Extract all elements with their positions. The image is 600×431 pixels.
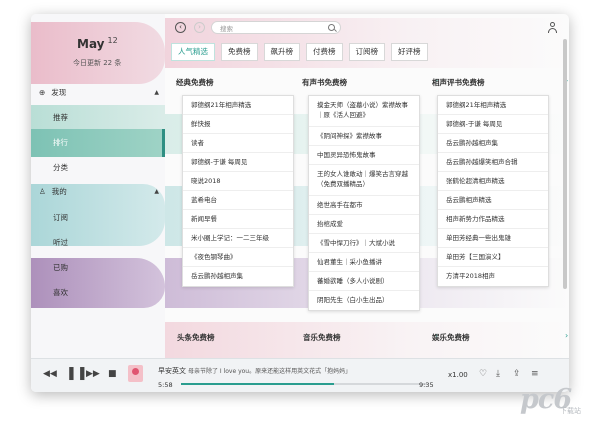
list-item[interactable]: 王的女人谁敢动｜爆笑古言穿越（免费双播精品） [309, 165, 419, 196]
back-arrow-icon[interactable]: ‹ [175, 22, 186, 33]
main-content: ‹ › 搜索 人气精选 免费榜 飙升榜 付费榜 订阅榜 好评榜 经典免费榜 有声… [165, 14, 569, 392]
collapse-caret-icon[interactable]: ▲ [154, 89, 159, 96]
list-item[interactable]: 单田芳经典一些出鬼雄 [438, 229, 548, 248]
column-title-classic[interactable]: 经典免费榜 [176, 77, 214, 88]
discover-section-header[interactable]: ⊕ 发现 ▲ [39, 87, 159, 98]
list-item[interactable]: 《阴间神探》紫襟故事 [309, 127, 419, 146]
download-icon[interactable]: ⤓ [496, 369, 500, 379]
column-title-entertainment[interactable]: 娱乐免费榜 [432, 332, 470, 343]
list-item[interactable]: 仙君董生｜采小鱼播讲 [309, 253, 419, 272]
column-title-music[interactable]: 音乐免费榜 [303, 332, 341, 343]
date-month: May 12 [77, 36, 118, 51]
list-item[interactable]: 相声新势力作品精选 [438, 210, 548, 229]
list-item[interactable]: 单田芳【三国演义】 [438, 248, 548, 267]
mine-section-header[interactable]: ♙ 我的 ▲ [39, 186, 159, 197]
mine-label: 我的 [51, 187, 67, 196]
list-item[interactable]: 阴阳先生（白小生出品） [309, 291, 419, 310]
pink-wash-band [31, 22, 165, 84]
top-bar: ‹ › 搜索 [165, 14, 569, 40]
list-item[interactable]: 中国灵异恐怖鬼故事 [309, 146, 419, 165]
list-item[interactable]: 蕃婚欲睡（多人小说剧） [309, 272, 419, 291]
list-item[interactable]: 《雪中悍刀行》｜大斌小说 [309, 234, 419, 253]
album-cover[interactable] [128, 365, 143, 382]
column-title-audiobook[interactable]: 有声书免费榜 [302, 77, 347, 88]
ranking-list-classic: 郭德纲21年相声精选 鲜快报 读者 郭德纲-于谦 每周见 晓说2018 蓝希电台… [182, 95, 294, 287]
pink-wash-band [165, 322, 569, 358]
tab-rising[interactable]: 飙升榜 [263, 43, 300, 61]
date-day: 12 [107, 36, 118, 45]
search-input[interactable]: 搜索 [211, 21, 341, 34]
scrollbar-thumb[interactable] [563, 39, 567, 289]
list-item[interactable]: 郭德纲21年相声精选 [438, 96, 548, 115]
sidebar-item-history[interactable]: 听过 [53, 237, 163, 248]
app-window: May 12 今日更新 22 条 ⊕ 发现 ▲ 推荐 排行 分类 ♙ 我的 ▲ 订… [31, 14, 569, 392]
list-item[interactable]: 岳云鹏相声精选 [438, 191, 548, 210]
heart-icon[interactable]: ♡ [479, 369, 487, 379]
stop-icon[interactable]: ■ [108, 369, 117, 379]
watermark-logo: pc6 下载站 [510, 378, 594, 430]
ranking-tabs: 人气精选 免费榜 飙升榜 付费榜 订阅榜 好评榜 [171, 43, 428, 61]
forward-arrow-icon[interactable]: › [194, 22, 205, 33]
sidebar-item-recommend[interactable]: 推荐 [53, 112, 163, 123]
track-title: 早安英文 [158, 367, 186, 375]
list-item[interactable]: 新闻早餐 [183, 210, 293, 229]
tab-paid[interactable]: 付费榜 [306, 43, 343, 61]
collapse-caret-icon[interactable]: ▲ [154, 188, 159, 195]
sidebar-item-liked[interactable]: 喜欢 [53, 287, 163, 298]
sidebar: May 12 今日更新 22 条 ⊕ 发现 ▲ 推荐 排行 分类 ♙ 我的 ▲ 订… [31, 14, 165, 392]
list-item[interactable]: 岳云鹏孙越相声集 [438, 134, 548, 153]
list-item[interactable]: 鲜快报 [183, 115, 293, 134]
pause-icon[interactable]: ❚❚ [66, 366, 88, 381]
sidebar-item-purchased[interactable]: 已购 [53, 262, 163, 273]
scrollbar[interactable] [563, 39, 567, 349]
ranking-list-crosstalk: 郭德纲21年相声精选 郭德纲-于谦 每周见 岳云鹏孙越相声集 岳云鹏孙越爆笑相声… [437, 95, 549, 287]
list-item[interactable]: 张鹤伦超清相声精选 [438, 172, 548, 191]
list-item[interactable]: 绝世高手在都市 [309, 196, 419, 215]
list-item[interactable]: 郭德纲21年相声精选 [183, 96, 293, 115]
sidebar-item-ranking[interactable]: 排行 [53, 137, 163, 148]
rewind-icon[interactable]: ◀◀ [43, 369, 57, 379]
list-item[interactable]: 蓝希电台 [183, 191, 293, 210]
current-time: 5:58 [158, 381, 173, 389]
ranking-list-audiobook: 摸金天师（盗墓小说）紫襟故事｜原《活人回避》 《阴间神探》紫襟故事 中国灵异恐怖… [308, 95, 420, 311]
list-item[interactable]: 郭德纲-于谦 每周见 [438, 115, 548, 134]
tab-free[interactable]: 免费榜 [221, 43, 258, 61]
list-item[interactable]: 读者 [183, 134, 293, 153]
tab-rating[interactable]: 好评榜 [391, 43, 428, 61]
list-item[interactable]: 抬棺成爱 [309, 215, 419, 234]
progress-bar[interactable] [181, 383, 427, 385]
list-item[interactable]: 岳云鹏孙越相声集 [183, 267, 293, 286]
fast-forward-icon[interactable]: ▶▶ [86, 369, 100, 379]
user-icon: ♙ [39, 187, 46, 196]
tab-popular[interactable]: 人气精选 [171, 43, 215, 61]
list-item[interactable]: 方清平2018相声 [438, 267, 548, 286]
compass-icon: ⊕ [39, 88, 46, 97]
user-icon[interactable] [547, 22, 557, 33]
list-item[interactable]: 摸金天师（盗墓小说）紫襟故事｜原《活人回避》 [309, 96, 419, 127]
sidebar-item-category[interactable]: 分类 [53, 162, 163, 173]
list-item[interactable]: 《夜色钢琴曲》 [183, 248, 293, 267]
list-item[interactable]: 晓说2018 [183, 172, 293, 191]
player-bar: ◀◀ ❚❚ ▶▶ ■ 早安英文 母亲节除了 I love you。原来还能这样用… [31, 358, 569, 392]
search-icon[interactable] [328, 24, 335, 31]
list-item[interactable]: 郭德纲-于谦 每周见 [183, 153, 293, 172]
column-title-crosstalk[interactable]: 相声评书免费榜 [432, 77, 485, 88]
update-count: 今日更新 22 条 [73, 59, 122, 67]
column-title-headline[interactable]: 头条免费榜 [177, 332, 215, 343]
list-item[interactable]: 米小圈上学记：一二三年级 [183, 229, 293, 248]
discover-label: 发现 [51, 88, 67, 97]
sidebar-item-subscribed[interactable]: 订阅 [53, 212, 163, 223]
playback-speed[interactable]: x1.00 [448, 371, 468, 379]
list-item[interactable]: 岳云鹏孙越爆笑相声合辑 [438, 153, 548, 172]
total-time: 9:35 [419, 381, 434, 389]
progress-fill [181, 383, 334, 385]
search-placeholder: 搜索 [220, 25, 233, 33]
watermark-subtext: 下载站 [560, 407, 581, 415]
tab-subscribe[interactable]: 订阅榜 [348, 43, 385, 61]
track-subtitle: 母亲节除了 I love you。原来还能这样用英文花式「抱妈妈」 [188, 368, 352, 375]
